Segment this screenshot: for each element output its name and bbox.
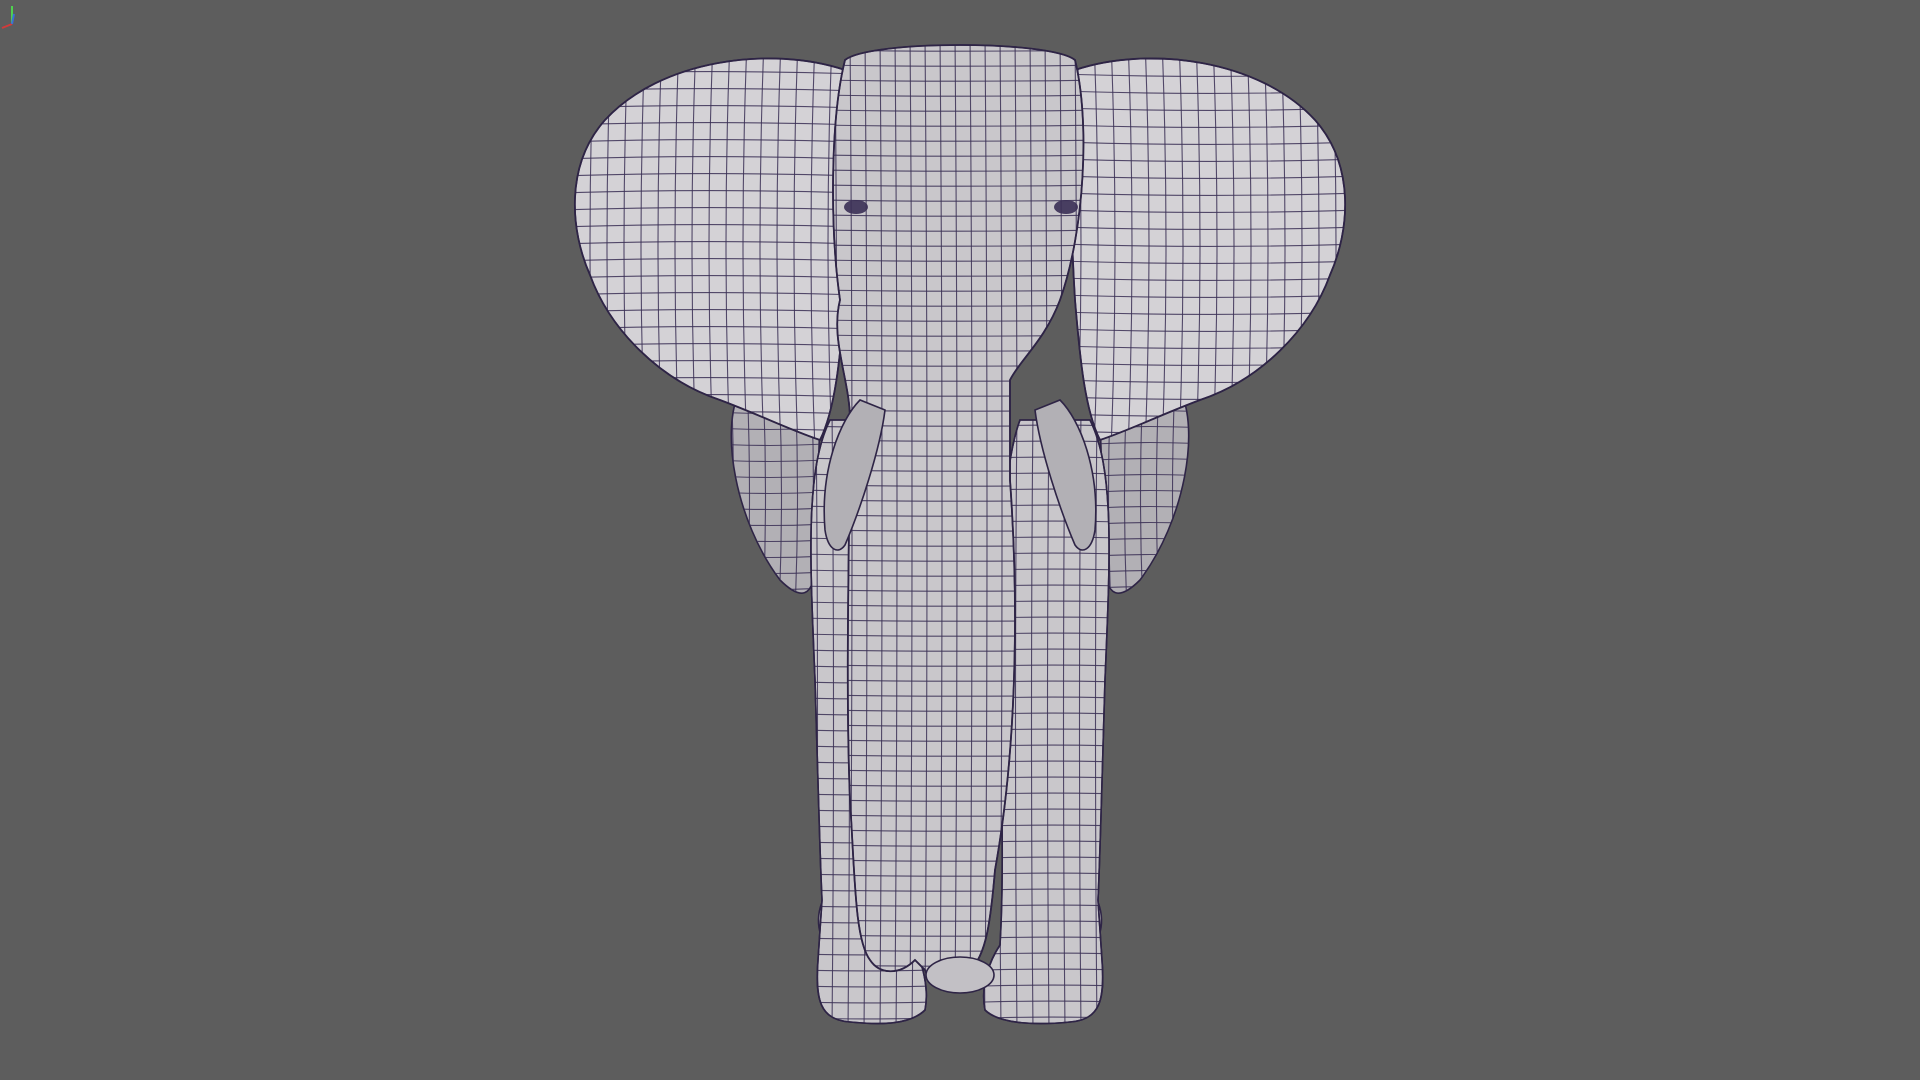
mesh-edge: [731, 571, 820, 575]
mesh-edge: [1060, 40, 1360, 42]
right-eye: [1054, 200, 1078, 214]
mesh-edge: [715, 604, 825, 606]
mesh-edge: [1100, 585, 1189, 589]
mesh-edge: [1071, 58, 1346, 60]
mesh-edge: [820, 35, 1100, 36]
trunk-tip: [925, 956, 995, 994]
mesh-edge: [560, 55, 860, 57]
mesh-edge: [1187, 390, 1189, 594]
mesh-edge: [574, 58, 578, 440]
mesh-edge: [560, 38, 860, 40]
x-axis-line: [1, 23, 13, 29]
mesh-edge: [1095, 603, 1205, 605]
mesh-edge: [556, 40, 560, 450]
mesh-edge: [731, 587, 820, 591]
mesh-edge: [1100, 569, 1189, 573]
elephant-model[interactable]: [0, 0, 1920, 1080]
axis-gizmo-icon: [1, 6, 15, 29]
mesh-edge: [1349, 40, 1353, 450]
3d-viewport[interactable]: [0, 0, 1920, 1080]
left-eye: [844, 200, 868, 214]
mesh-edge: [715, 380, 718, 610]
